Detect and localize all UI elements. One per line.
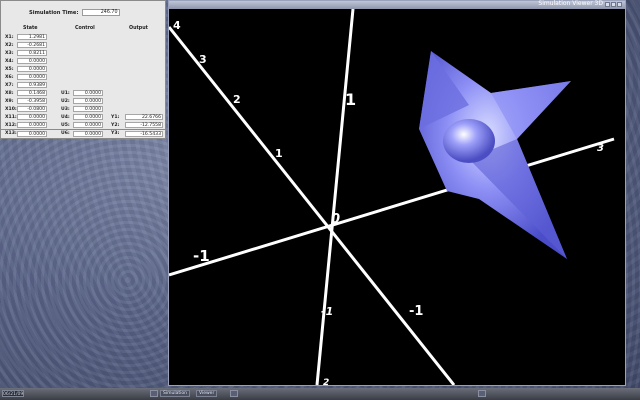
state-label: X13: [5,131,17,136]
scene-background [169,9,625,385]
sim-time-label: Simulation Time: [29,9,79,16]
state-label: X11: [5,115,17,120]
output-field[interactable]: 22.6766 [125,114,163,120]
output-field[interactable]: -16.5433 [125,131,163,137]
output-label: Y2: [111,123,120,128]
taskbar: 06/21/09 Simulation Viewer [0,388,640,400]
axis-label-a2: 2 [233,93,241,106]
control-field[interactable]: 0.0000 [73,131,103,137]
state-label: X10: [5,107,17,112]
control-label: U1: [61,91,70,96]
axis-label-a1: 1 [275,147,283,160]
control-label: U5: [61,123,70,128]
state-panel-last-row: X13: 0.0000 U6: 0.0000 Y3: -16.5433 [0,130,166,139]
taskbar-item-simulation[interactable]: Simulation [160,390,190,397]
axis-label-a4: 4 [173,19,181,32]
control-label: U4: [61,115,70,120]
close-icon[interactable] [617,2,622,7]
control-field[interactable]: 0.0000 [73,122,103,128]
taskbar-clock[interactable]: 06/21/09 [2,390,24,397]
state-label: X5: [5,67,14,72]
state-label: X2: [5,43,14,48]
output-label: Y3: [111,131,120,136]
window-titlebar[interactable]: Simulation Viewer 3D [169,0,625,9]
state-label: X4: [5,59,14,64]
state-field[interactable]: 0.8211 [17,50,47,56]
state-field[interactable]: 0.0000 [17,58,47,64]
state-field[interactable]: -0.2681 [17,42,47,48]
state-field[interactable]: 0.0000 [17,74,47,80]
state-label: X1: [5,35,14,40]
state-label: X9: [5,99,14,104]
control-field[interactable]: 0.0000 [73,98,103,104]
output-field[interactable]: -12.7558 [125,122,163,128]
state-label: X6: [5,75,14,80]
axis-label-f2: 2 [323,378,329,385]
state-field[interactable]: 0.0000 [17,66,47,72]
control-label: U6: [61,131,70,136]
axis-label-c-neg: -1 [193,247,210,265]
state-field[interactable]: 0.0000 [17,114,47,120]
simulation-window: Simulation Viewer 3D 4 3 2 1 1 0 -1 3 -1… [168,0,626,386]
state-header: State [23,26,38,31]
output-header: Output [129,26,148,31]
minimize-icon[interactable] [605,2,610,7]
state-label: X8: [5,91,14,96]
control-field[interactable]: 0.0000 [73,106,103,112]
state-field[interactable]: 0.9389 [17,82,47,88]
app-icon[interactable] [150,390,158,397]
axis-label-b1: 1 [345,90,356,109]
taskbar-item-viewer[interactable]: Viewer [196,390,218,397]
app-icon[interactable] [230,390,238,397]
state-field[interactable]: -0.3958 [17,98,47,104]
3d-scene[interactable]: 4 3 2 1 1 0 -1 3 -1 -1 2 [169,9,625,385]
control-header: Control [75,26,95,31]
state-field[interactable]: 0.0000 [17,122,47,128]
axis-label-c3: 3 [597,143,604,154]
state-label: X7: [5,83,14,88]
sim-time-field[interactable]: 246.70 [81,9,120,16]
tray-icon[interactable] [478,390,486,397]
state-field[interactable]: 1.2981 [17,34,47,40]
state-label: X12: [5,123,17,128]
axis-label-e-neg: -1 [409,304,423,319]
state-field[interactable]: 0.1468 [17,90,47,96]
axis-label-d-neg: -1 [321,305,333,318]
maximize-icon[interactable] [611,2,616,7]
control-field[interactable]: 0.0000 [73,90,103,96]
axis-label-a3: 3 [199,53,207,66]
window-title: Simulation Viewer 3D [538,0,603,7]
axis-label-origin: 0 [331,212,340,227]
state-field[interactable]: -0.0800 [17,106,47,112]
window-buttons [605,2,622,7]
control-label: U2: [61,99,70,104]
control-field[interactable]: 0.0000 [73,114,103,120]
output-label: Y1: [111,115,120,120]
state-field[interactable]: 0.0000 [17,131,47,137]
control-label: U3: [61,107,70,112]
state-label: X3: [5,51,14,56]
sim-time-row: Simulation Time: 246.70 [29,9,120,16]
state-panel: Simulation Time: 246.70 State Control Ou… [0,0,166,130]
star-dome [443,119,495,163]
